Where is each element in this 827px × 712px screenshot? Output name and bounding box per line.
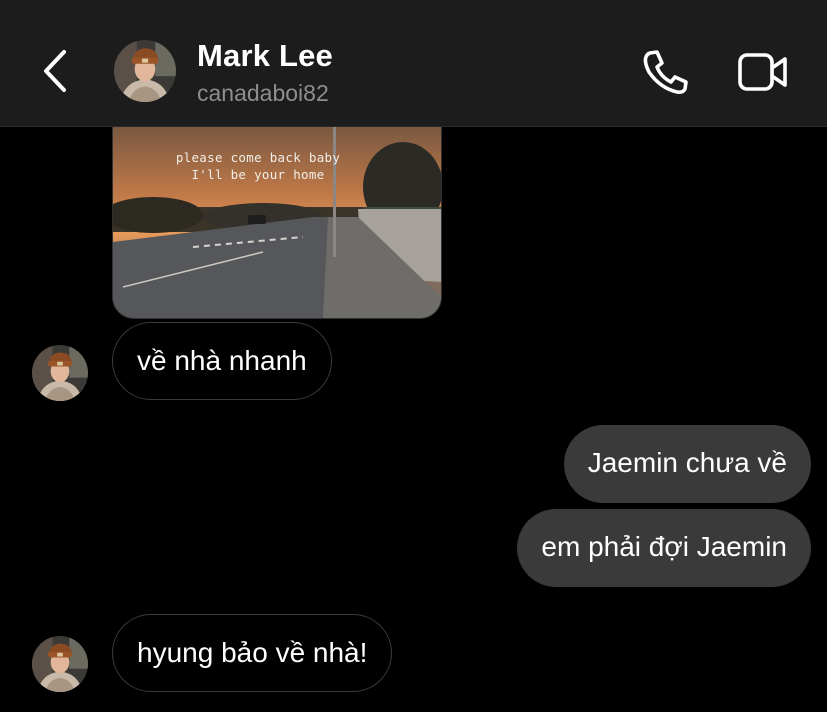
photo-message[interactable]: please come back baby I'll be your home [112, 96, 442, 319]
avatar[interactable] [114, 40, 176, 102]
message-text: hyung bảo về nhà! [137, 637, 368, 668]
message-text: Jaemin chưa về [587, 447, 787, 478]
caption-line-2: I'll be your home [191, 167, 325, 182]
video-call-button[interactable] [737, 50, 789, 94]
incoming-message[interactable]: về nhà nhanh [112, 322, 332, 400]
voice-call-button[interactable] [640, 48, 690, 96]
message-text: về nhà nhanh [137, 345, 307, 376]
phone-icon [643, 50, 688, 94]
contact-name[interactable]: Mark Lee [197, 38, 333, 74]
outgoing-message[interactable]: Jaemin chưa về [563, 425, 811, 503]
incoming-message[interactable]: hyung bảo về nhà! [112, 614, 393, 692]
video-camera-icon [738, 53, 787, 91]
chat-header: Mark Lee canadaboi82 [0, 0, 827, 127]
sender-avatar[interactable] [32, 636, 88, 692]
contact-username[interactable]: canadaboi82 [197, 80, 329, 107]
message-text: em phải đợi Jaemin [541, 531, 787, 562]
sender-avatar[interactable] [32, 345, 88, 401]
outgoing-message[interactable]: em phải đợi Jaemin [517, 509, 811, 587]
back-chevron-icon [44, 50, 66, 92]
street-photo [113, 97, 441, 318]
photo-caption: please come back baby I'll be your home [113, 149, 403, 183]
caption-line-1: please come back baby [175, 150, 341, 165]
back-button[interactable] [38, 46, 78, 96]
